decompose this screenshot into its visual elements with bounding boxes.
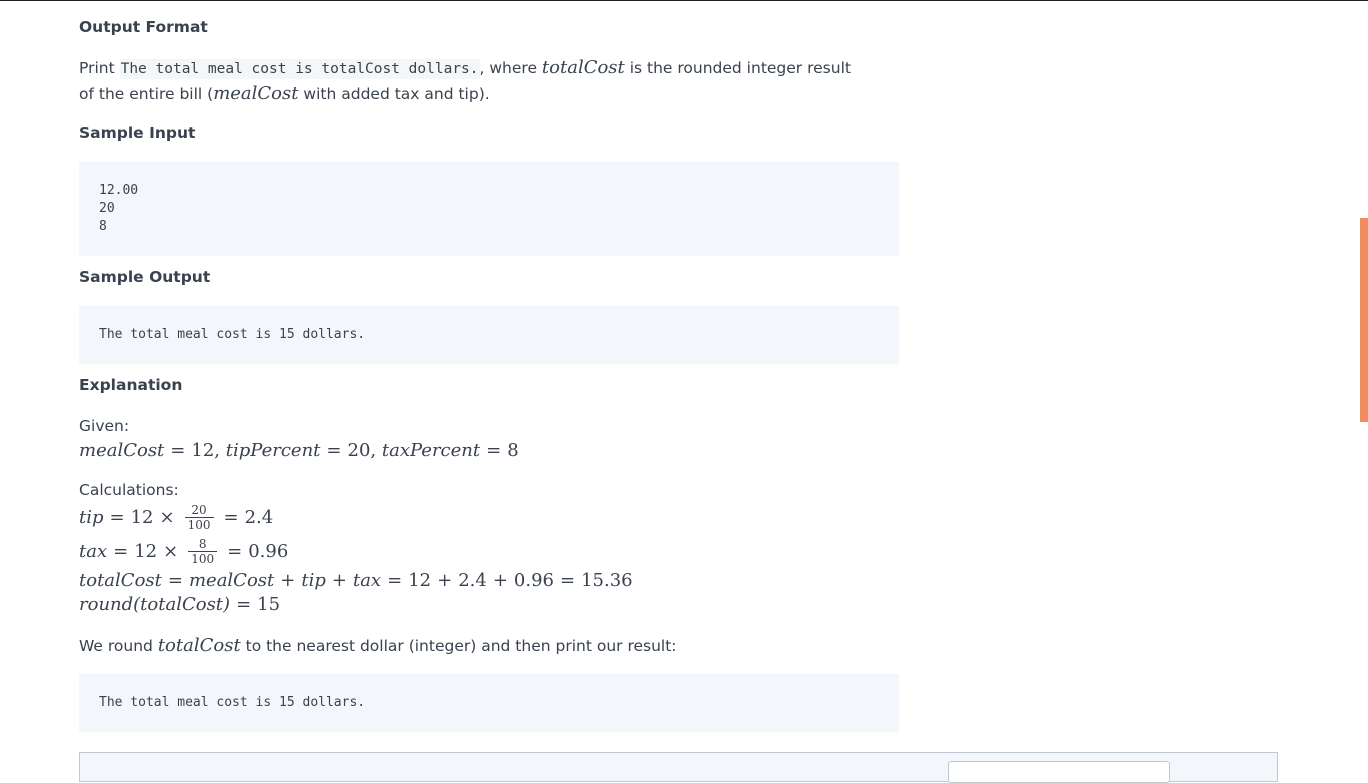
tip-equation: tip = 12 × 20 100 = 2.4 xyxy=(79,502,274,532)
round-note-text: to the nearest dollar (integer) and then… xyxy=(240,637,677,655)
math-num: 15.36 xyxy=(581,569,633,591)
output-format-code: The total meal cost is totalCost dollars… xyxy=(119,59,480,79)
math-num: 20, xyxy=(347,439,377,461)
fraction-numerator: 8 xyxy=(198,536,207,551)
fraction: 20 100 xyxy=(184,502,214,532)
sample-input-heading: Sample Input xyxy=(79,124,196,142)
math-num: 0.96 xyxy=(513,569,554,591)
top-border xyxy=(0,0,1368,1)
math-var: tipPercent xyxy=(225,439,321,461)
math-num: 2.4 xyxy=(458,569,487,591)
given-equation: mealCost = 12, tipPercent = 20, taxPercent = 8 xyxy=(79,439,519,461)
math-var: tip xyxy=(301,569,326,591)
tax-equation: tax = 12 × 8 100 = 0.96 xyxy=(79,536,289,566)
math-var: tax xyxy=(352,569,382,591)
math-num: 12, xyxy=(191,439,221,461)
math-var: tip xyxy=(79,506,104,528)
math-num: 8 xyxy=(507,439,519,461)
total-equation: totalCost = mealCost + tip + tax = 12 +2.4 +0.96 = 1… xyxy=(79,569,633,591)
output-format-text: , where xyxy=(479,59,542,77)
output-format-text: Print xyxy=(79,59,120,77)
explanation-heading: Explanation xyxy=(79,376,183,394)
math-num: 12 xyxy=(408,569,432,591)
language-select[interactable] xyxy=(948,761,1170,783)
math-var: mealCost xyxy=(188,569,275,591)
output-format-line1: Print The total meal cost is totalCost d… xyxy=(79,55,851,82)
sample-output-heading: Sample Output xyxy=(79,268,211,286)
output-format-heading: Output Format xyxy=(79,18,208,36)
math-num: 2.4 xyxy=(244,506,274,528)
round-note: We round totalCost to the nearest dollar… xyxy=(79,633,677,659)
result-block[interactable]: The total meal cost is 15 dollars. xyxy=(79,674,899,732)
code-editor-panel[interactable] xyxy=(79,752,1278,783)
fraction: 8 100 xyxy=(188,536,218,566)
fraction-denominator: 100 xyxy=(188,550,218,566)
output-format-line2: of the entire bill (mealCost with added … xyxy=(79,81,490,107)
scrollbar-thumb[interactable] xyxy=(1360,218,1368,422)
output-format-text: with added tax and tip). xyxy=(298,85,490,103)
given-label: Given: xyxy=(79,417,130,435)
math-var-mealcost: mealCost xyxy=(213,83,299,104)
sample-input-block[interactable]: 12.00 20 8 xyxy=(79,162,899,256)
math-num: 12 xyxy=(134,540,158,562)
sample-input-line: 20 xyxy=(99,201,115,216)
sample-output-block[interactable]: The total meal cost is 15 dollars. xyxy=(79,306,899,364)
math-num: 12 xyxy=(130,506,154,528)
math-num: 0.96 xyxy=(248,540,289,562)
output-format-text: of the entire bill ( xyxy=(79,85,214,103)
math-var: mealCost xyxy=(79,439,165,461)
sample-input-line: 8 xyxy=(99,219,107,234)
result-line: The total meal cost is 15 dollars. xyxy=(99,695,366,710)
math-var: tax xyxy=(79,540,108,562)
math-num: 15 xyxy=(257,593,281,615)
output-format-text: is the rounded integer result xyxy=(624,59,851,77)
fraction-numerator: 20 xyxy=(191,502,207,517)
math-expr: round(totalCost) xyxy=(79,593,231,615)
math-var-totalcost: totalCost xyxy=(541,57,625,78)
round-equation: round(totalCost) = 15 xyxy=(79,593,281,615)
sample-input-line: 12.00 xyxy=(99,183,139,198)
fraction-denominator: 100 xyxy=(184,516,214,532)
math-var-totalcost: totalCost xyxy=(157,635,241,656)
math-var: totalCost xyxy=(79,569,162,591)
round-note-text: We round xyxy=(79,637,158,655)
sample-output-line: The total meal cost is 15 dollars. xyxy=(99,327,366,342)
math-var: taxPercent xyxy=(381,439,481,461)
